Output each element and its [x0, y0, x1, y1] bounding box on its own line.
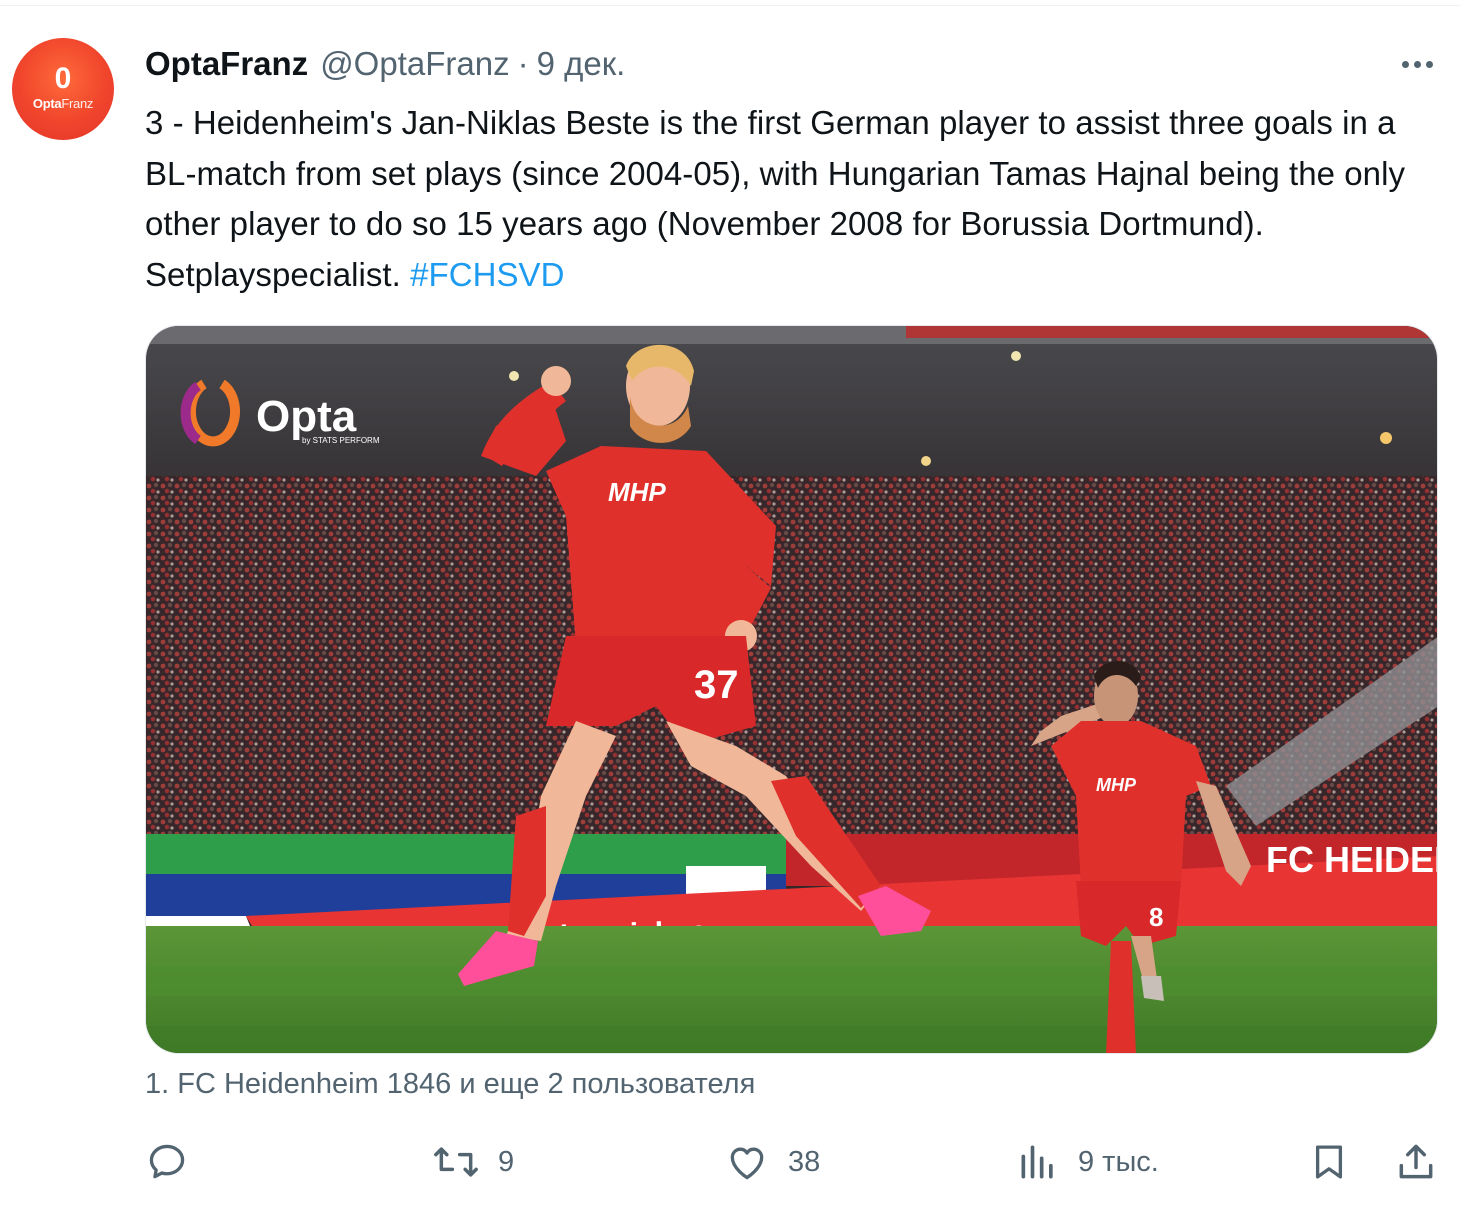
tagged-users[interactable]: 1. FC Heidenheim 1846 и еще 2 пользовате… [145, 1068, 755, 1101]
tweet-media-image[interactable]: Jetzt Tickets für Heimspiel ge FC HEIDEN… [145, 325, 1438, 1054]
tweet-date[interactable]: 9 дек. [537, 45, 626, 83]
player-number: 37 [694, 663, 739, 707]
heart-icon [730, 1147, 764, 1180]
stadium-photo: Jetzt Tickets für Heimspiel ge FC HEIDEN… [146, 326, 1438, 1053]
more-dot-icon [1413, 60, 1421, 68]
reply-button[interactable] [145, 1132, 189, 1192]
retweet-count: 9 [498, 1145, 515, 1178]
action-bar: 9 38 9 тыс. [0, 1132, 1460, 1192]
board-text: FC HEIDEN [1266, 839, 1438, 880]
more-options-button[interactable] [1392, 48, 1442, 80]
tweet-body: 3 - Heidenheim's Jan-Niklas Beste is the… [145, 104, 1406, 293]
teammate-number: 8 [1149, 902, 1163, 932]
opta-logo-word: Opta [256, 392, 357, 441]
avatar-glyph: 0 [54, 61, 72, 95]
divider [0, 5, 1460, 6]
share-button[interactable] [1394, 1132, 1438, 1192]
hashtag-link[interactable]: #FCHSVD [410, 256, 564, 293]
tweet-header: OptaFranz @OptaFranz · 9 дек. [145, 44, 625, 84]
reply-bubble-icon [149, 1144, 185, 1179]
like-count: 38 [788, 1145, 821, 1178]
retweet-icon [434, 1147, 478, 1177]
tweet-text: 3 - Heidenheim's Jan-Niklas Beste is the… [145, 98, 1445, 300]
author-display-name[interactable]: OptaFranz [145, 45, 308, 83]
avatar[interactable]: 0 OptaFranz [12, 38, 114, 140]
retweet-button[interactable]: 9 [432, 1132, 514, 1192]
views-button[interactable]: 9 тыс. [1016, 1132, 1159, 1192]
separator-dot: · [517, 45, 529, 82]
like-button[interactable]: 38 [724, 1132, 820, 1192]
avatar-wordmark: OptaFranz [32, 95, 94, 111]
more-dot-icon [1401, 60, 1409, 68]
bookmark-button[interactable] [1308, 1132, 1350, 1192]
opta-logo-sub: by STATS PERFORM [302, 436, 380, 445]
views-count: 9 тыс. [1078, 1145, 1159, 1178]
author-handle[interactable]: @OptaFranz [320, 45, 509, 83]
teammate-sponsor-text: MHP [1096, 775, 1137, 795]
bookmark-icon [1315, 1145, 1343, 1179]
sponsor-text: MHP [608, 477, 666, 507]
more-dot-icon [1425, 60, 1433, 68]
bar-chart-icon [1021, 1145, 1053, 1179]
share-upload-icon [1399, 1144, 1433, 1179]
